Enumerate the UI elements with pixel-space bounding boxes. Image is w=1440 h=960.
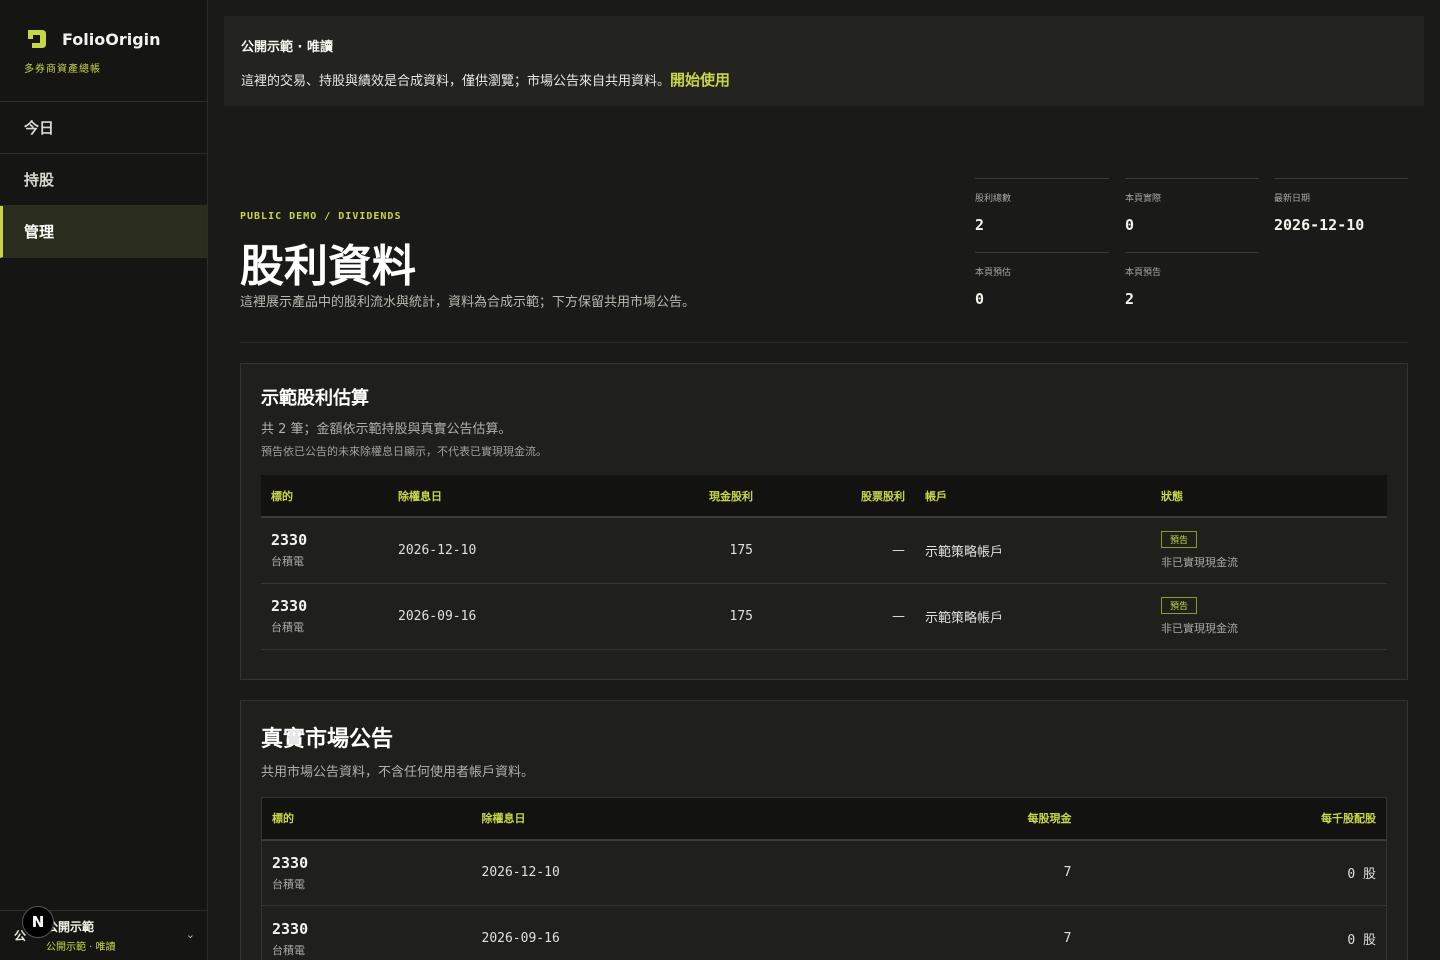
estimate-table: 標的 除權息日 現金股利 股票股利 帳戶 狀態 2330 台積電 2026-12-… (261, 475, 1387, 650)
banner-text: 這裡的交易、持股與績效是合成資料，僅供瀏覽；市場公告來自共用資料。 (241, 74, 671, 89)
stock-per-thousand: 0 股 (1081, 905, 1387, 960)
stock-per-thousand: 0 股 (1081, 839, 1387, 906)
sidebar: FolioOrigin 多券商資產總帳 今日 持股 管理 公 公開示範 公開示範… (0, 0, 208, 960)
symbol-name: 台積電 (271, 555, 304, 569)
column-header[interactable]: 帳戶 (915, 475, 1151, 518)
chevron-down-icon[interactable]: ⌄ (186, 928, 195, 941)
table-header-row: 標的 除權息日 現金股利 股票股利 帳戶 狀態 (261, 475, 1387, 518)
stat-label: 最新日期 (1274, 194, 1311, 204)
stat-label: 本頁實際 (1125, 194, 1162, 204)
stat-value: 2026-12-10 (1274, 216, 1365, 234)
brand-logo-icon (28, 30, 46, 48)
card-subtitle: 共 2 筆；金額依示範持股與真實公告估算。 (261, 422, 512, 437)
card-note: 預告依已公告的未來除權息日顯示，不代表已實現現金流。 (261, 445, 547, 458)
ex-date: 2026-12-10 (388, 517, 598, 584)
banner-text-row: 這裡的交易、持股與績效是合成資料，僅供瀏覽；市場公告來自共用資料。開始使用 (241, 69, 1407, 90)
nav-item-label: 今日 (24, 119, 55, 137)
stat-value: 0 (975, 290, 985, 308)
table-header-row: 標的 除權息日 每股現金 每千股配股 (261, 797, 1387, 841)
market-announcements-card: 真實市場公告 共用市場公告資料，不含任何使用者帳戶資料。 標的 除權息日 每股現… (240, 700, 1408, 960)
ex-date: 2026-09-16 (471, 905, 772, 960)
table-row[interactable]: 2330 台積電 2026-09-16 7 0 股 (261, 905, 1387, 960)
status-note: 非已實現現金流 (1161, 555, 1238, 569)
ex-date: 2026-09-16 (388, 583, 598, 650)
nav-item-manage[interactable]: 管理 (0, 206, 207, 258)
ex-date: 2026-12-10 (471, 839, 772, 906)
nav-item-label: 管理 (24, 223, 55, 241)
card-title: 真實市場公告 (261, 727, 394, 752)
account: 示範策略帳戶 (915, 517, 1151, 584)
column-header[interactable]: 標的 (261, 797, 472, 841)
brand: FolioOrigin 多券商資產總帳 (0, 0, 207, 102)
breadcrumb: PUBLIC DEMO / DIVIDENDS (240, 211, 402, 222)
page-description: 這裡展示產品中的股利流水與統計，資料為合成示範；下方保留共用市場公告。 (240, 295, 696, 310)
stat-label: 股利總數 (975, 194, 1012, 204)
stat-latest-date: 最新日期 2026-12-10 (1274, 178, 1408, 240)
page-header: PUBLIC DEMO / DIVIDENDS 股利資料 這裡展示產品中的股利流… (240, 178, 1408, 343)
nav-item-today[interactable]: 今日 (0, 102, 207, 154)
banner-title: 公開示範 · 唯讀 (241, 40, 333, 55)
column-header[interactable]: 標的 (261, 475, 388, 518)
symbol: 2330 (271, 597, 308, 615)
nav-item-label: 持股 (24, 171, 55, 189)
status-note: 非已實現現金流 (1161, 621, 1238, 635)
stat-value: 2 (975, 216, 985, 234)
column-header[interactable]: 除權息日 (471, 797, 772, 841)
column-header[interactable]: 狀態 (1151, 475, 1387, 518)
account-subtitle: 公開示範 · 唯讀 (46, 942, 116, 953)
get-started-link[interactable]: 開始使用 (670, 71, 730, 89)
symbol-name: 台積電 (272, 943, 305, 957)
stat-page-actual: 本頁實際 0 (1125, 178, 1259, 240)
next-dev-badge-icon[interactable]: N (22, 906, 54, 938)
stock-dividend: — (763, 583, 915, 650)
stat-label: 本頁預估 (975, 268, 1012, 278)
table-row[interactable]: 2330 台積電 2026-12-10 175 — 示範策略帳戶 預告非已實現現金… (261, 517, 1387, 584)
table-row[interactable]: 2330 台積電 2026-09-16 175 — 示範策略帳戶 預告非已實現現金… (261, 583, 1387, 650)
brand-name: FolioOrigin (62, 29, 161, 49)
cash-per-share: 7 (771, 905, 1082, 960)
demo-banner: 公開示範 · 唯讀 這裡的交易、持股與績效是合成資料，僅供瀏覽；市場公告來自共用… (224, 16, 1424, 106)
column-header[interactable]: 每千股配股 (1081, 797, 1387, 841)
dividend-estimate-card: 示範股利估算 共 2 筆；金額依示範持股與真實公告估算。 預告依已公告的未來除權… (240, 363, 1408, 680)
symbol-name: 台積電 (272, 877, 305, 891)
column-header[interactable]: 除權息日 (388, 475, 598, 518)
account-title: 公開示範 (46, 920, 95, 934)
column-header[interactable]: 每股現金 (771, 797, 1082, 841)
market-table: 標的 除權息日 每股現金 每千股配股 2330 台積電 2026-12-10 7 … (261, 797, 1387, 960)
symbol: 2330 (271, 531, 308, 550)
stock-dividend: — (763, 517, 915, 584)
stat-page-announced: 本頁預告 2 (1125, 252, 1259, 314)
symbol: 2330 (272, 919, 309, 938)
stat-value: 0 (1125, 216, 1135, 234)
symbol-name: 台積電 (271, 621, 304, 634)
cash-dividend: 175 (598, 517, 763, 584)
status-badge: 預告 (1161, 530, 1198, 548)
card-subtitle: 共用市場公告資料，不含任何使用者帳戶資料。 (261, 765, 535, 780)
status-badge: 預告 (1161, 596, 1198, 614)
stat-total-dividends: 股利總數 2 (975, 178, 1109, 240)
stat-label: 本頁預告 (1125, 268, 1162, 278)
column-header[interactable]: 股票股利 (763, 475, 915, 518)
nav-item-holdings[interactable]: 持股 (0, 154, 207, 206)
page-title: 股利資料 (240, 241, 416, 292)
symbol: 2330 (272, 853, 309, 872)
card-title: 示範股利估算 (261, 388, 369, 409)
table-row[interactable]: 2330 台積電 2026-12-10 7 0 股 (261, 839, 1387, 906)
cash-dividend: 175 (598, 583, 763, 650)
stat-value: 2 (1125, 290, 1135, 308)
brand-subtitle: 多券商資產總帳 (24, 64, 101, 75)
account: 示範策略帳戶 (915, 583, 1151, 650)
column-header[interactable]: 現金股利 (598, 475, 763, 518)
stat-page-estimated: 本頁預估 0 (975, 252, 1109, 314)
cash-per-share: 7 (771, 839, 1082, 906)
